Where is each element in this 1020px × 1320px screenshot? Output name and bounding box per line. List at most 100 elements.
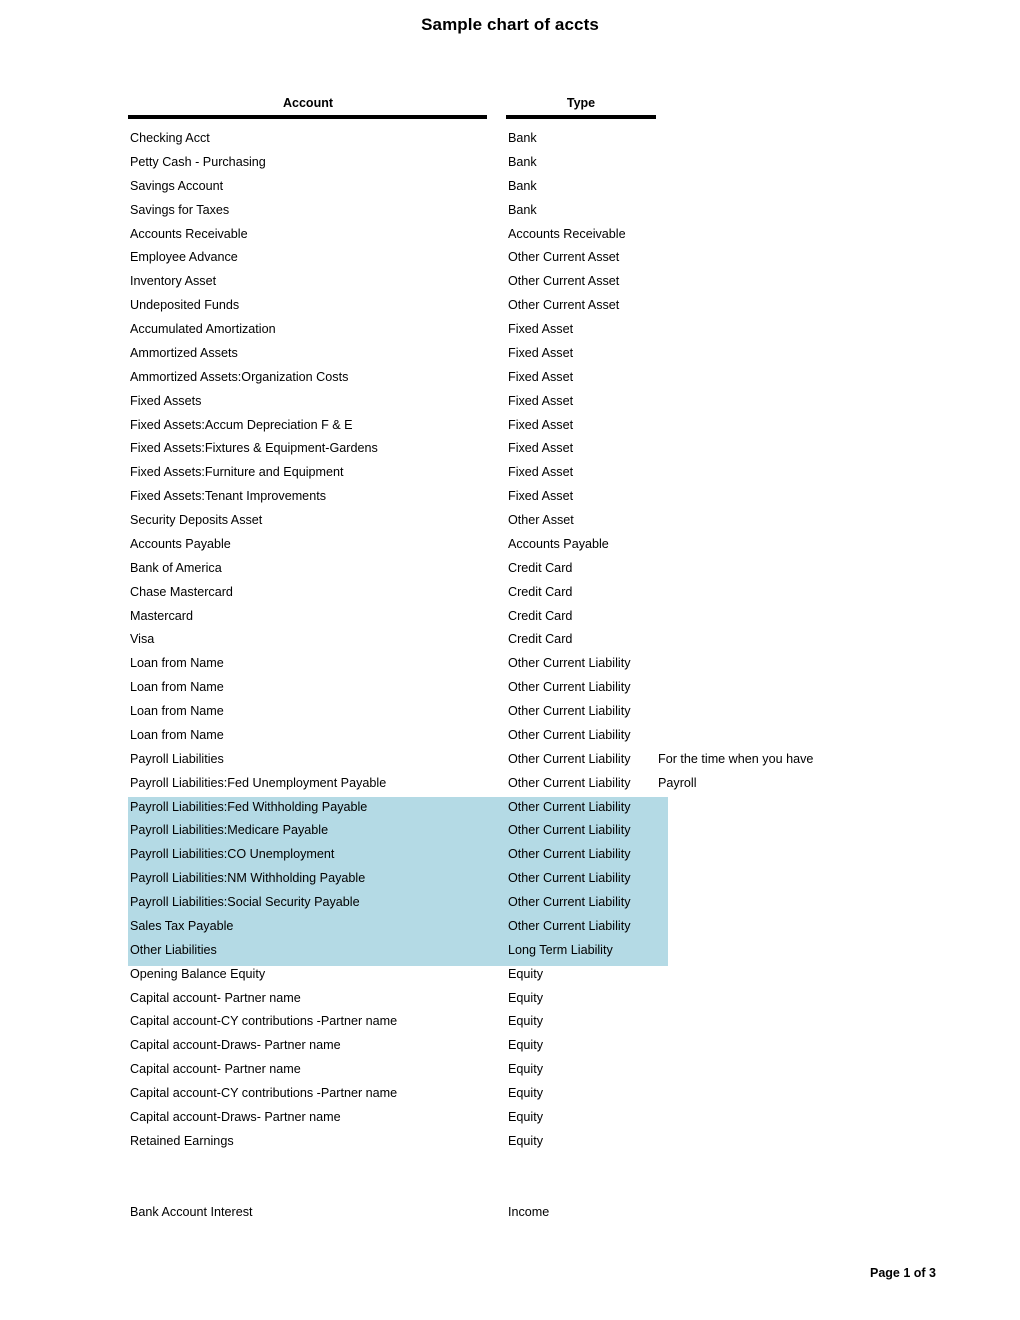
cell-type: Equity: [508, 1133, 544, 1148]
cell-account: Accumulated Amortization: [130, 322, 276, 336]
cell-type: Equity: [508, 1086, 544, 1100]
cell-type: Fixed Asset: [508, 369, 574, 384]
table-row: Ammortized Assets:Organization Costs Fixe…: [0, 366, 1020, 390]
cell-type: Other Current Liability: [508, 895, 631, 909]
cell-account: Loan from Name: [130, 704, 224, 718]
cell-account: Chase Mastercard: [130, 584, 233, 599]
table-row: Payroll Liabilities:Medicare Payable Othe…: [0, 819, 1020, 843]
table-row: Opening Balance Equity Equity: [0, 963, 1020, 987]
cell-account: Accounts Payable: [130, 536, 231, 551]
cell-account: Fixed Assets:Furniture and Equipment: [130, 465, 344, 480]
cell-type: Credit Card: [508, 632, 573, 647]
cell-type: Fixed Asset: [508, 322, 574, 336]
table-row: Fixed Assets Fixed Asset: [0, 390, 1020, 414]
table-row: Savings for Taxes Bank: [0, 199, 1020, 223]
table-row: Payroll Liabilities:Social Security Paya…: [0, 891, 1020, 915]
column-header-type: Type: [566, 96, 596, 110]
cell-type: Other Current Liability: [508, 680, 631, 695]
cell-type: Bank: [508, 178, 537, 193]
cell-note: For the time when you have: [658, 751, 814, 766]
cell-type: Bank: [508, 202, 537, 217]
table-row: Sales Tax Payable Other Current Liability: [0, 915, 1020, 939]
cell-type: Other Current Liability: [508, 775, 631, 790]
cell-account: Payroll Liabilities:Fed Withholding Paya…: [130, 799, 368, 814]
cell-account: Ammortized Assets:Organization Costs: [130, 369, 349, 384]
page-title: Sample chart of accts: [421, 15, 599, 34]
cell-account: Payroll Liabilities:CO Unemployment: [130, 847, 335, 862]
table-header-row: Account Type: [0, 96, 1020, 119]
cell-account: Inventory Asset: [130, 274, 217, 289]
cell-account: Capital account-CY contributions -Partne…: [130, 1086, 398, 1100]
cell-type: Accounts Receivable: [508, 226, 626, 241]
cell-account: Ammortized Assets: [130, 345, 238, 360]
table-row: Savings Account Bank: [0, 175, 1020, 199]
table-row: Petty Cash - Purchasing Bank: [0, 151, 1020, 175]
table-row: Fixed Assets:Fixtures & Equipment-Garden…: [0, 437, 1020, 461]
cell-account: Bank Account Interest: [130, 1205, 253, 1220]
cell-type: Other Current Asset: [508, 250, 620, 265]
cell-account: Capital account- Partner name: [130, 990, 301, 1005]
table-row: Security Deposits Asset Other Asset: [0, 509, 1020, 533]
cell-type: Equity: [508, 1014, 544, 1029]
cell-account: Fixed Assets:Fixtures & Equipment-Garden…: [130, 441, 378, 456]
cell-type: Fixed Asset: [508, 345, 574, 360]
header-rule-type: [506, 115, 656, 119]
cell-type: Other Current Liability: [508, 847, 631, 862]
table-row: Bank Account Interest Income: [0, 1201, 1020, 1225]
table-row: Checking Acct Bank: [0, 127, 1020, 151]
table-row: Capital account-Draws- Partner name Equit…: [0, 1034, 1020, 1058]
cell-account: Payroll Liabilities:Medicare Payable: [130, 823, 329, 838]
cell-type: Accounts Payable: [508, 536, 609, 551]
cell-type: Equity: [508, 1062, 544, 1077]
cell-account: Capital account- Partner name: [130, 1062, 301, 1077]
table-row: Employee Advance Other Current Asset: [0, 246, 1020, 270]
cell-account: Capital account-Draws- Partner name: [130, 1109, 341, 1124]
cell-type: Bank: [508, 131, 537, 145]
cell-account: Savings for Taxes: [130, 202, 230, 217]
table-row: Accounts Receivable Accounts Receivable: [0, 223, 1020, 247]
cell-account: Employee Advance: [130, 250, 238, 265]
cell-type: Long Term Liability: [508, 942, 613, 957]
cell-type: Bank: [508, 154, 537, 169]
cell-type: Fixed Asset: [508, 489, 574, 504]
table-row: Payroll Liabilities:NM Withholding Payab…: [0, 867, 1020, 891]
table-row: Capital account-Draws- Partner name Equit…: [0, 1106, 1020, 1130]
cell-account: Savings Account: [130, 178, 224, 193]
cell-type: Other Current Liability: [508, 799, 631, 814]
cell-type: Other Current Liability: [508, 871, 631, 886]
table-row: Ammortized Assets Fixed Asset: [0, 342, 1020, 366]
page-footer: Page 1 of 3: [870, 1266, 936, 1280]
header-rule-account: [128, 115, 487, 119]
table-row: Capital account-CY contributions -Partne…: [0, 1010, 1020, 1034]
cell-account: Fixed Assets: [130, 393, 202, 408]
table-row: Capital account-CY contributions -Partne…: [0, 1082, 1020, 1106]
cell-type: Fixed Asset: [508, 441, 574, 456]
table-row: Retained Earnings Equity: [0, 1130, 1020, 1154]
table-row: Capital account- Partner name Equity: [0, 1058, 1020, 1082]
column-header-account: Account: [283, 96, 333, 110]
cell-account: Retained Earnings: [130, 1133, 234, 1148]
cell-account: Payroll Liabilities:NM Withholding Payab…: [130, 871, 366, 886]
cell-account: Accounts Receivable: [130, 226, 248, 241]
table-row: Mastercard Credit Card: [0, 605, 1020, 629]
table-row-spacer: [0, 1178, 1020, 1202]
cell-account: Checking Acct: [130, 131, 210, 145]
cell-type: Equity: [508, 1109, 544, 1124]
table-row: Loan from Name Other Current Liability: [0, 724, 1020, 748]
cell-account: Loan from Name: [130, 727, 224, 742]
cell-account: Opening Balance Equity: [130, 966, 266, 981]
table-row: Undeposited Funds Other Current Asset: [0, 294, 1020, 318]
table-row: Inventory Asset Other Current Asset: [0, 270, 1020, 294]
cell-account: Fixed Assets:Accum Depreciation F & E: [130, 417, 353, 432]
cell-type: Other Current Asset: [508, 274, 620, 289]
cell-type: Other Current Asset: [508, 298, 620, 313]
table-row: Fixed Assets:Tenant Improvements Fixed As…: [0, 485, 1020, 509]
cell-type: Other Current Liability: [508, 704, 631, 718]
table-row: Loan from Name Other Current Liability: [0, 652, 1020, 676]
cell-type: Other Asset: [508, 513, 574, 527]
cell-type: Other Current Liability: [508, 918, 631, 933]
cell-account: Other Liabilities: [130, 942, 217, 957]
table-row: Payroll Liabilities Other Current Liabili…: [0, 748, 1020, 772]
chart-of-accounts-table: Account Type Checking Acct Bank Petty Cash…: [0, 96, 1020, 1225]
table-row: Chase Mastercard Credit Card: [0, 581, 1020, 605]
